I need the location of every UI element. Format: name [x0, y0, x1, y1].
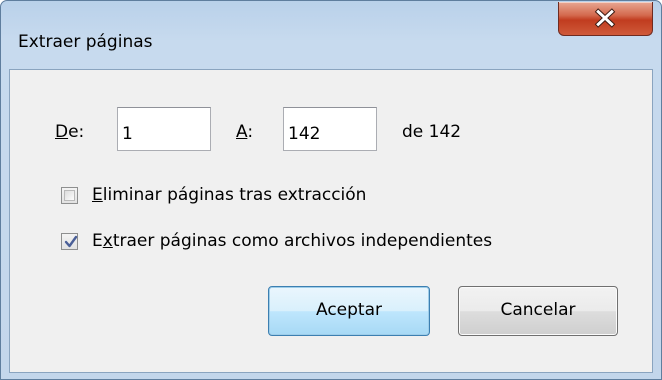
checkmark-icon: [64, 235, 78, 248]
accept-button[interactable]: Aceptar: [268, 286, 430, 336]
close-button[interactable]: [558, 2, 653, 36]
dialog-body: De: A: de 142 Eliminar páginas tras extr…: [9, 69, 653, 373]
cancel-button[interactable]: Cancelar: [458, 286, 618, 336]
extract-as-separate-files-checkbox[interactable]: [61, 233, 78, 250]
to-label: A:: [236, 122, 254, 142]
extract-as-separate-files-label[interactable]: Extraer páginas como archivos independie…: [92, 231, 492, 251]
delete-after-extract-label[interactable]: Eliminar páginas tras extracción: [92, 185, 366, 205]
to-page-input[interactable]: [283, 107, 377, 151]
close-x-icon: [594, 8, 616, 28]
from-label: De:: [55, 122, 85, 142]
window-title: Extraer páginas: [18, 32, 153, 52]
title-bar[interactable]: Extraer páginas: [1, 1, 661, 69]
extract-pages-dialog: Extraer páginas De: A: de 142 Eliminar p…: [0, 0, 662, 380]
from-page-input[interactable]: [117, 107, 211, 151]
total-pages-text: de 142: [402, 122, 462, 142]
delete-after-extract-checkbox[interactable]: [61, 187, 78, 204]
